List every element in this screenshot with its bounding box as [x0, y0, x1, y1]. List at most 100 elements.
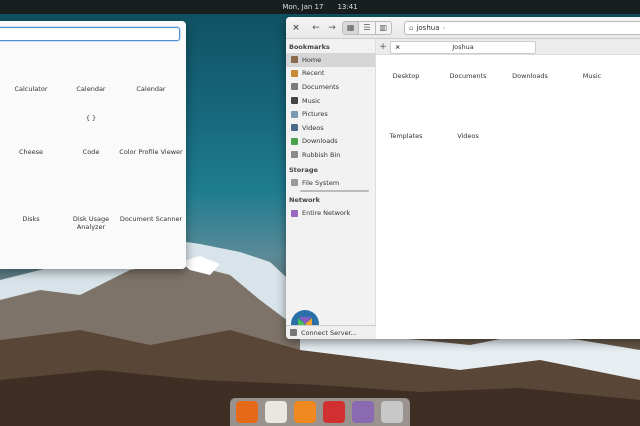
forward-arrow-icon[interactable]: → — [326, 21, 338, 35]
dock — [230, 398, 410, 426]
app-launcher-item[interactable]: Disks — [0, 181, 63, 223]
scanner-icon — [137, 181, 165, 209]
app-search-input[interactable] — [0, 27, 180, 41]
calendar-icon — [77, 51, 105, 79]
folder-label: Music — [582, 72, 602, 80]
app-label: Document Scanner — [119, 215, 183, 223]
documents-icon — [291, 83, 298, 91]
close-window-button[interactable]: × — [290, 21, 302, 35]
sidebar-item-music[interactable]: Music — [286, 94, 375, 108]
folder-item[interactable]: Videos — [438, 127, 498, 140]
sidebar-item-label: Rubbish Bin — [302, 150, 341, 159]
downloads-icon — [291, 137, 298, 145]
sidebar-item-rubbish-bin[interactable]: Rubbish Bin — [286, 148, 375, 162]
panel-date[interactable]: Mon, Jan 17 — [282, 3, 323, 11]
sidebar: Bookmarks Home Recent Documents Music Pictur… — [286, 39, 376, 339]
app-launcher-item[interactable]: Cheese — [0, 114, 63, 156]
connect-server-button[interactable]: Connect Server... — [286, 325, 376, 339]
folder-label: Documents — [449, 72, 487, 80]
folder-item[interactable]: Documents — [438, 67, 498, 80]
app-center-icon[interactable] — [381, 401, 403, 423]
bookmarks-list: Home Recent Documents Music Pictures Videos Do… — [286, 53, 375, 162]
trash-icon — [291, 151, 298, 159]
sidebar-item-recent[interactable]: Recent — [286, 67, 375, 81]
view-mode-switcher: ▦ ☰ ▥ — [342, 21, 392, 35]
app-launcher-item[interactable]: Calendar — [119, 51, 183, 93]
app-label: Disk Usage Analyzer — [72, 215, 110, 231]
file-view: + × Joshua Desktop Documents Downloads Musi… — [376, 39, 640, 339]
music-icon — [291, 97, 298, 105]
home-icon: ⌂ — [409, 24, 414, 32]
app-launcher-item[interactable]: { } Code — [59, 114, 123, 156]
panel-time[interactable]: 13:41 — [337, 3, 357, 11]
tab-joshua[interactable]: × Joshua — [390, 41, 536, 54]
column-view-icon[interactable]: ▥ — [376, 22, 391, 34]
server-icon — [290, 329, 297, 336]
firefox-icon[interactable] — [236, 401, 258, 423]
app-launcher-item[interactable]: Calendar — [59, 51, 123, 93]
calendar-icon[interactable] — [265, 401, 287, 423]
close-tab-icon[interactable]: × — [395, 42, 400, 53]
sidebar-item-label: Downloads — [302, 137, 338, 146]
bookmarks-heading: Bookmarks — [289, 43, 330, 51]
recent-icon — [291, 69, 298, 77]
app-launcher-item[interactable]: Document Scanner — [119, 181, 183, 223]
new-tab-button[interactable]: + — [378, 40, 388, 54]
calendar-icon — [137, 51, 165, 79]
folder-label: Templates — [389, 132, 423, 140]
file-manager-header: × ← → ▦ ☰ ▥ ⌂ joshua › — [286, 17, 640, 39]
folder-label: Downloads — [512, 72, 548, 80]
sidebar-item-file-system[interactable]: File System — [286, 176, 375, 190]
disks-icon — [17, 181, 45, 209]
app-launcher-item[interactable]: Calculator — [0, 51, 63, 93]
svg-text:{ }: { } — [85, 114, 97, 122]
calculator-icon — [17, 51, 45, 79]
sidebar-item-documents[interactable]: Documents — [286, 80, 375, 94]
app-label: Calendar — [136, 85, 166, 93]
music-icon[interactable] — [294, 401, 316, 423]
back-arrow-icon[interactable]: ← — [310, 21, 322, 35]
network-heading: Network — [289, 196, 320, 205]
sidebar-item-home[interactable]: Home — [286, 53, 375, 67]
grid-view-icon[interactable]: ▦ — [343, 22, 360, 34]
connect-server-label: Connect Server... — [301, 328, 357, 337]
top-panel: Mon, Jan 17 13:41 — [0, 0, 640, 14]
sidebar-item-label: Music — [302, 96, 321, 105]
photos-icon[interactable] — [352, 401, 374, 423]
network-list: Entire Network — [286, 206, 375, 220]
sidebar-item-label: Home — [302, 55, 322, 64]
list-view-icon[interactable]: ☰ — [359, 22, 376, 34]
file-manager-window: × ← → ▦ ☰ ▥ ⌂ joshua › Bookmarks Home Rec… — [286, 17, 640, 339]
videos-icon[interactable] — [323, 401, 345, 423]
app-label: Color Profile Viewer — [119, 148, 183, 156]
folder-label: Desktop — [392, 72, 420, 80]
path-bar[interactable]: ⌂ joshua › — [404, 21, 640, 35]
sidebar-item-label: Videos — [302, 123, 324, 132]
app-label: Code — [82, 148, 100, 156]
folder-item[interactable]: Music — [562, 67, 622, 80]
path-segment-home[interactable]: joshua — [416, 24, 439, 32]
sidebar-item-entire-network[interactable]: Entire Network — [286, 206, 375, 220]
network-icon — [291, 209, 298, 217]
app-label: Cheese — [18, 148, 44, 156]
sidebar-item-videos[interactable]: Videos — [286, 121, 375, 135]
tab-label: Joshua — [452, 43, 474, 51]
applications-menu: Calculator Calendar Calendar Cheese { } Code C… — [0, 21, 186, 269]
folder-label: Videos — [457, 132, 479, 140]
sidebar-item-pictures[interactable]: Pictures — [286, 107, 375, 121]
tab-bar: + × Joshua — [376, 39, 640, 55]
sidebar-item-label: Documents — [302, 82, 340, 91]
color-profile-icon — [137, 114, 165, 142]
app-launcher-item[interactable]: Disk Usage Analyzer — [59, 181, 123, 231]
sidebar-item-downloads[interactable]: Downloads — [286, 135, 375, 149]
folder-item[interactable]: Templates — [376, 127, 436, 140]
app-label: Calendar — [76, 85, 106, 93]
videos-icon — [291, 124, 298, 132]
app-launcher-item[interactable]: Color Profile Viewer — [119, 114, 183, 156]
sidebar-item-label: File System — [302, 178, 340, 187]
sidebar-item-label: Entire Network — [302, 209, 351, 218]
drive-icon — [291, 179, 298, 187]
folder-item[interactable]: Downloads — [500, 67, 560, 80]
disk-usage-icon — [77, 181, 105, 209]
folder-item[interactable]: Desktop — [376, 67, 436, 80]
